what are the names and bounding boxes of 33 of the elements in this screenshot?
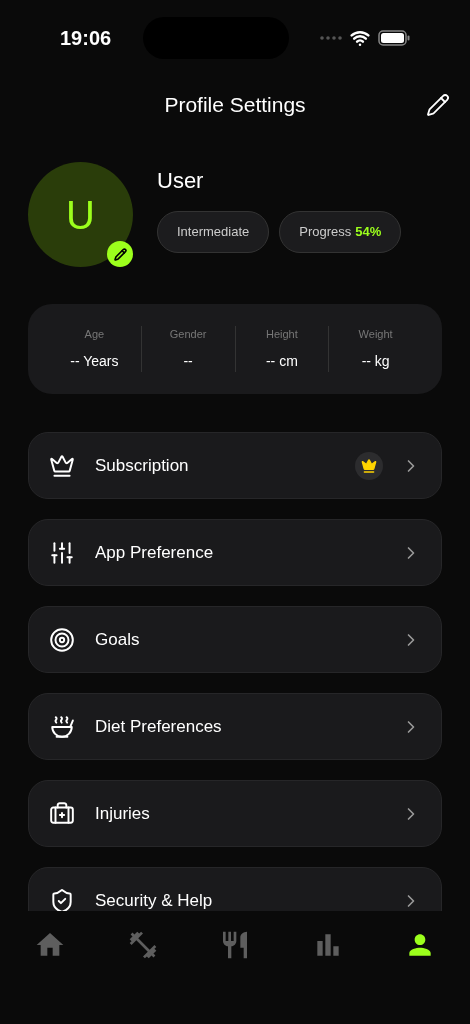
sliders-icon xyxy=(49,539,75,566)
stat-value: -- kg xyxy=(361,351,390,371)
bowl-icon xyxy=(49,713,75,740)
pencil-icon xyxy=(113,247,127,261)
stat-value: -- xyxy=(183,351,193,371)
stat-label: Height xyxy=(265,327,298,343)
first-aid-kit-icon xyxy=(49,800,75,827)
menu-item[interactable]: App Preference xyxy=(28,519,442,586)
menu-item[interactable]: Diet Preferences xyxy=(28,693,442,760)
avatar-edit-button[interactable] xyxy=(107,241,133,267)
stat-label: Age xyxy=(84,327,105,343)
page-title: Profile Settings xyxy=(164,92,306,119)
battery-icon xyxy=(378,30,410,46)
menu-item[interactable]: Injuries xyxy=(28,780,442,847)
shield-check-icon xyxy=(49,887,75,911)
stat-label: Weight xyxy=(358,327,393,343)
stat-value: -- cm xyxy=(265,351,298,371)
stat-value: -- Years xyxy=(70,351,119,371)
wifi-icon xyxy=(350,28,370,48)
progress-value: 54% xyxy=(355,223,382,242)
target-icon xyxy=(49,626,75,653)
premium-crown-icon xyxy=(355,451,383,480)
level-badge: Intermediate xyxy=(157,211,270,253)
menu-item[interactable]: Goals xyxy=(28,606,442,673)
user-name: User xyxy=(157,167,205,196)
crown-icon xyxy=(49,452,75,479)
progress-label: Progress xyxy=(299,223,352,242)
signal-icon xyxy=(320,36,342,40)
menu-item[interactable]: Security & Help xyxy=(28,867,442,911)
avatar[interactable]: U xyxy=(28,162,133,267)
status-time: 19:06 xyxy=(60,26,112,51)
menu-item[interactable]: Subscription xyxy=(28,432,442,499)
stat-label: Gender xyxy=(169,327,207,343)
